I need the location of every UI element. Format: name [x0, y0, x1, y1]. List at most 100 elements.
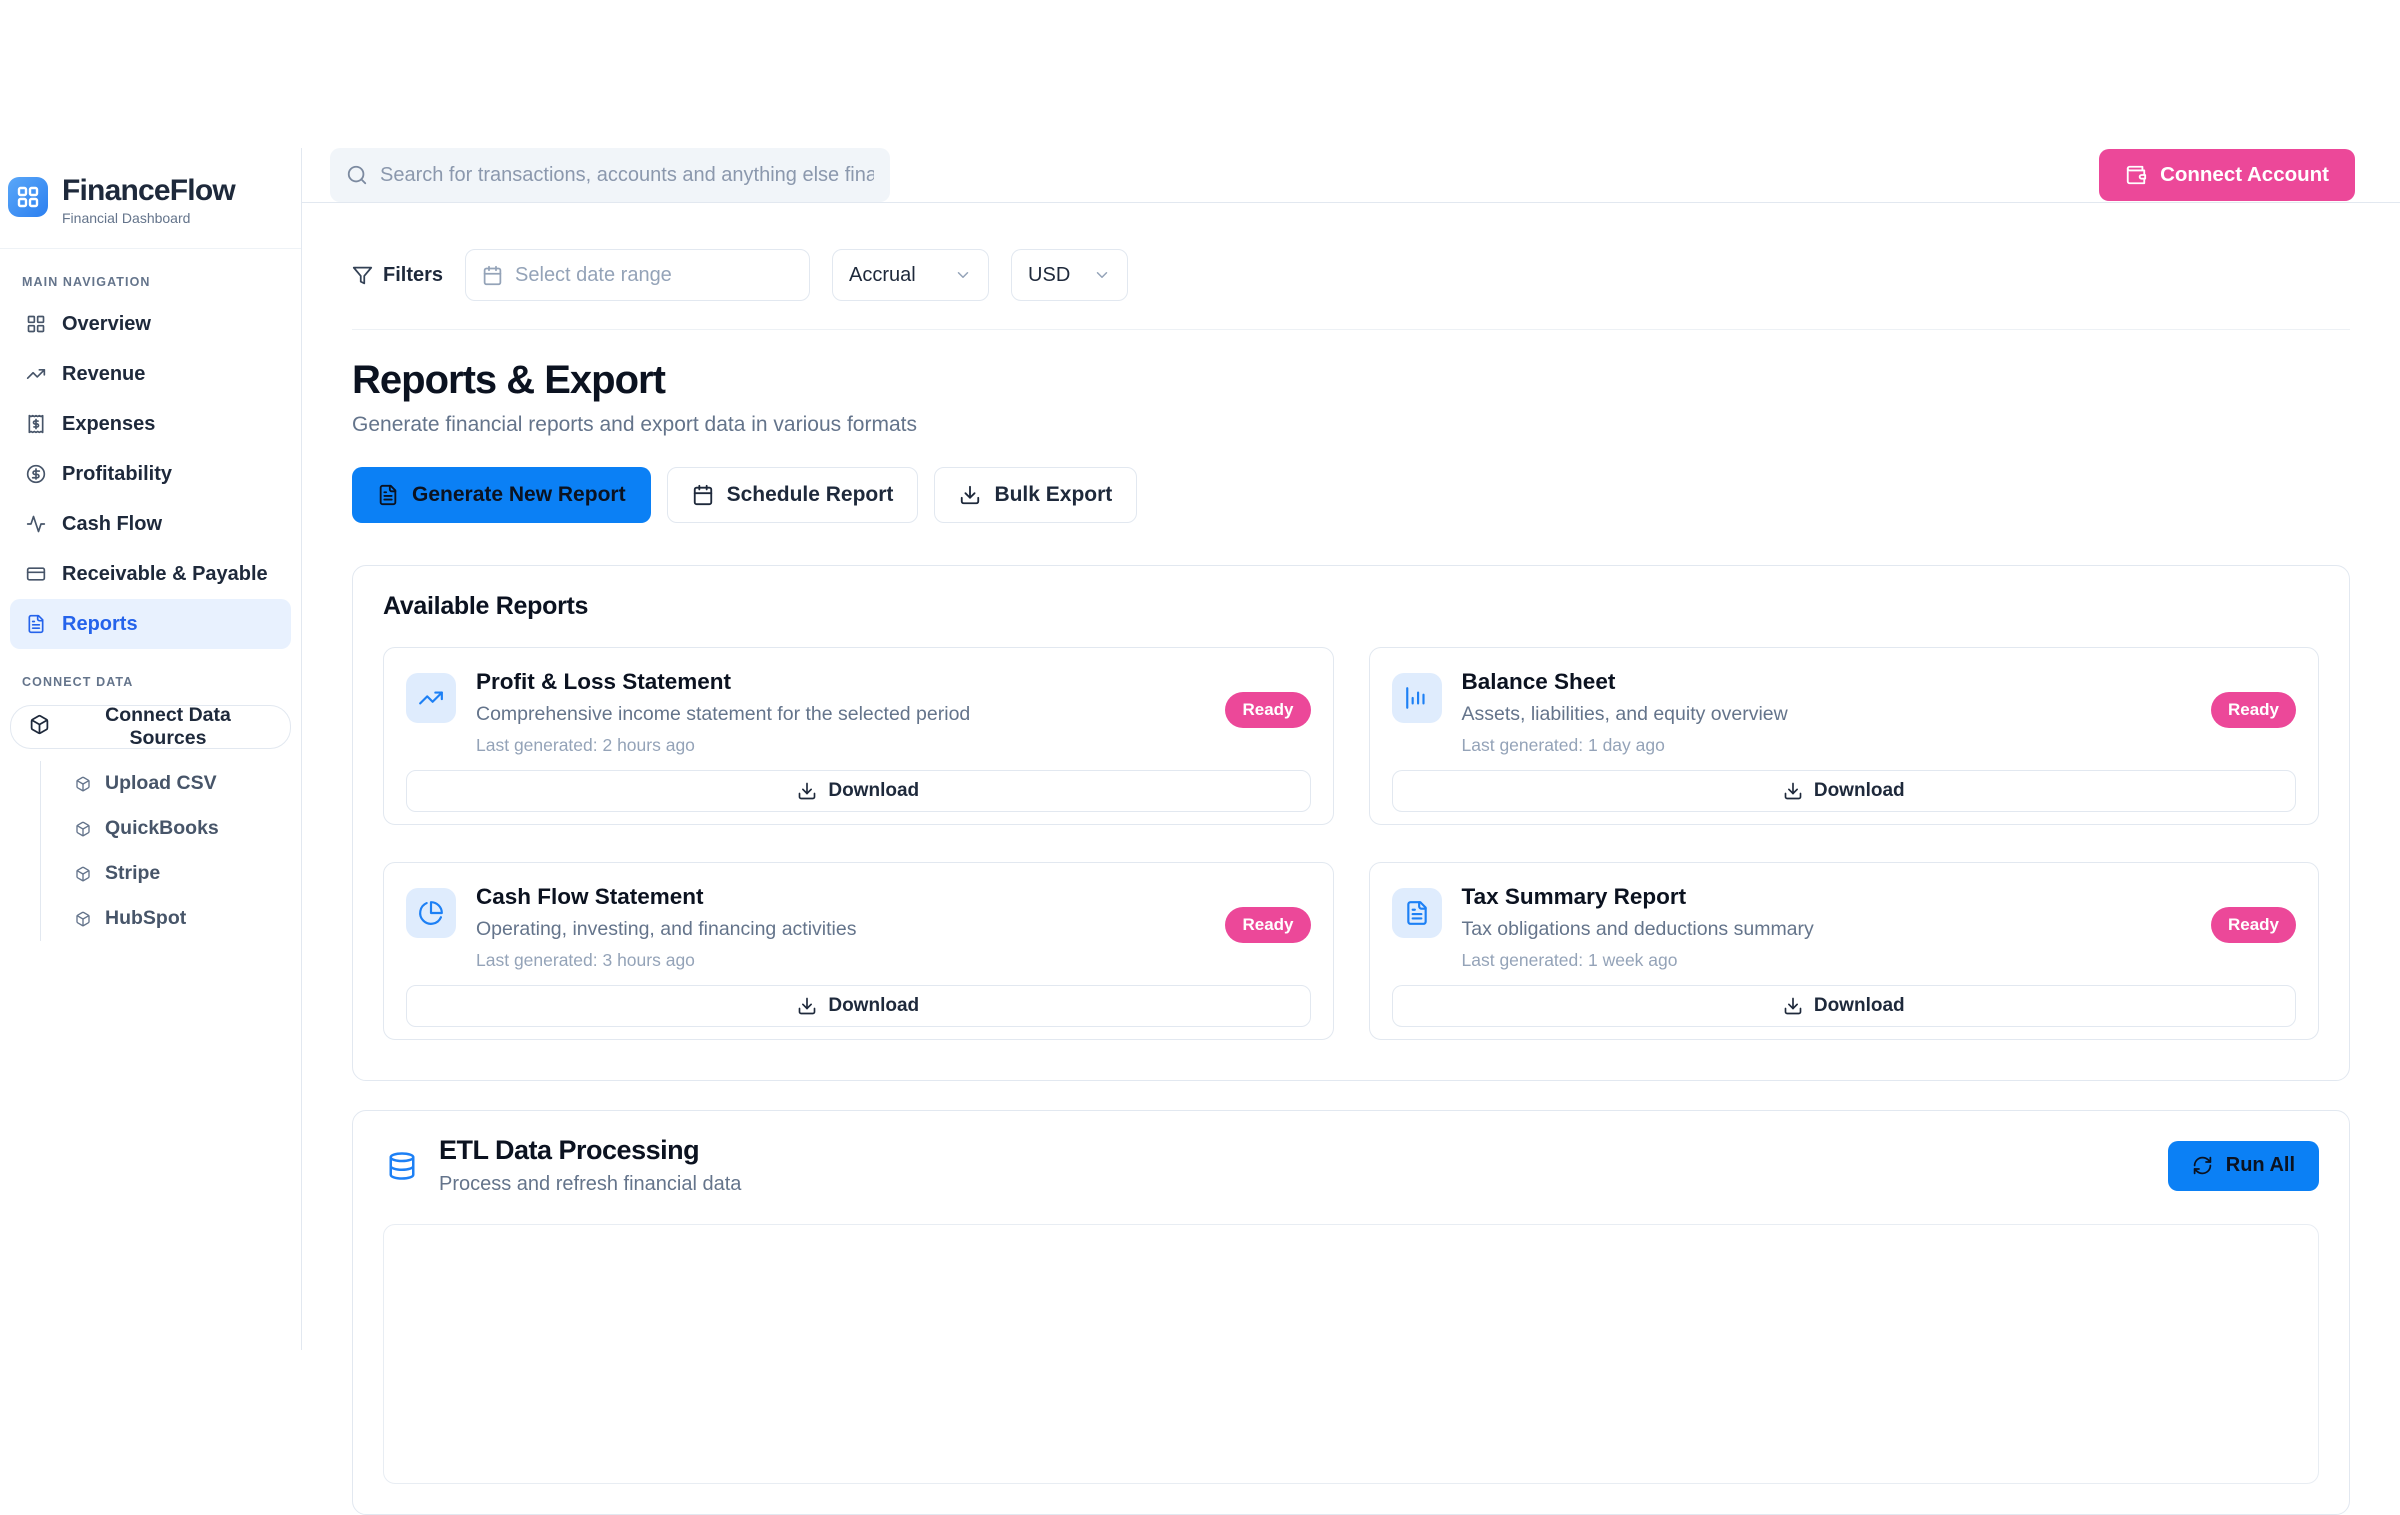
sidebar-item-cash-flow[interactable]: Cash Flow [10, 499, 291, 549]
source-item-upload-csv[interactable]: Upload CSV [75, 761, 301, 806]
download-icon [959, 484, 981, 506]
refresh-icon [2192, 1155, 2213, 1176]
report-card-cash-flow: Cash Flow Statement Operating, investing… [383, 862, 1334, 1040]
bulk-export-label: Bulk Export [994, 483, 1112, 507]
report-title: Cash Flow Statement [476, 883, 856, 911]
report-title: Profit & Loss Statement [476, 668, 970, 696]
sidebar-item-label: Cash Flow [62, 513, 162, 536]
reports-grid: Profit & Loss Statement Comprehensive in… [383, 647, 2319, 1040]
source-item-stripe[interactable]: Stripe [75, 851, 301, 896]
sidebar-item-expenses[interactable]: Expenses [10, 399, 291, 449]
file-text-icon [26, 614, 46, 634]
etl-title: ETL Data Processing [439, 1135, 741, 1166]
page-title: Reports & Export [352, 358, 2350, 403]
download-button[interactable]: Download [1392, 770, 2297, 812]
sidebar-item-reports[interactable]: Reports [10, 599, 291, 649]
download-icon [797, 996, 817, 1016]
download-label: Download [1814, 995, 1905, 1017]
report-card-text: Tax Summary Report Tax obligations and d… [1462, 883, 1814, 971]
generate-new-report-button[interactable]: Generate New Report [352, 467, 651, 523]
source-item-label: Upload CSV [105, 772, 217, 795]
download-icon [1783, 996, 1803, 1016]
sidebar-item-receivable-payable[interactable]: Receivable & Payable [10, 549, 291, 599]
download-button[interactable]: Download [406, 770, 1311, 812]
main-nav-label: MAIN NAVIGATION [0, 249, 301, 299]
package-icon [29, 714, 50, 741]
wallet-icon [2125, 164, 2147, 186]
report-title: Balance Sheet [1462, 668, 1788, 696]
file-text-icon [1392, 888, 1442, 938]
basis-value: Accrual [849, 264, 916, 287]
report-last-generated: Last generated: 2 hours ago [476, 735, 970, 756]
status-badge: Ready [2211, 907, 2296, 943]
download-icon [1783, 781, 1803, 801]
date-range-input[interactable] [465, 249, 810, 301]
run-all-button[interactable]: Run All [2168, 1141, 2319, 1191]
report-card-head: Balance Sheet Assets, liabilities, and e… [1392, 668, 2297, 756]
action-row: Generate New Report Schedule Report Bulk… [352, 467, 2350, 523]
sidebar-item-label: Overview [62, 313, 151, 336]
report-card-head: Cash Flow Statement Operating, investing… [406, 883, 1311, 971]
currency-value: USD [1028, 264, 1070, 287]
sidebar-item-overview[interactable]: Overview [10, 299, 291, 349]
source-item-quickbooks[interactable]: QuickBooks [75, 806, 301, 851]
sidebar-item-label: Reports [62, 613, 138, 636]
brand: FinanceFlow Financial Dashboard [0, 148, 301, 249]
bulk-export-button[interactable]: Bulk Export [934, 467, 1137, 523]
report-card-text: Profit & Loss Statement Comprehensive in… [476, 668, 970, 756]
sidebar: FinanceFlow Financial Dashboard MAIN NAV… [0, 148, 302, 1350]
source-item-label: QuickBooks [105, 817, 219, 840]
filters-group: Filters [352, 264, 443, 287]
sidebar-item-label: Expenses [62, 413, 155, 436]
download-button[interactable]: Download [406, 985, 1311, 1027]
report-card-text: Balance Sheet Assets, liabilities, and e… [1462, 668, 1788, 756]
search-input[interactable] [380, 164, 874, 187]
trending-up-icon [406, 673, 456, 723]
status-badge: Ready [2211, 692, 2296, 728]
report-description: Comprehensive income statement for the s… [476, 703, 970, 726]
available-reports-title: Available Reports [383, 592, 2319, 621]
report-last-generated: Last generated: 1 day ago [1462, 735, 1788, 756]
status-badge: Ready [1225, 907, 1310, 943]
page-subtitle: Generate financial reports and export da… [352, 413, 2350, 437]
report-description: Assets, liabilities, and equity overview [1462, 703, 1788, 726]
schedule-report-button[interactable]: Schedule Report [667, 467, 919, 523]
report-card-tax-summary: Tax Summary Report Tax obligations and d… [1369, 862, 2320, 1040]
package-icon [75, 821, 91, 837]
connect-account-button[interactable]: Connect Account [2099, 149, 2355, 201]
sidebar-item-revenue[interactable]: Revenue [10, 349, 291, 399]
trending-up-icon [26, 364, 46, 384]
report-last-generated: Last generated: 3 hours ago [476, 950, 856, 971]
sidebar-item-profitability[interactable]: Profitability [10, 449, 291, 499]
top-whitespace [0, 0, 2400, 148]
connect-data-sources-label: Connect Data Sources [64, 704, 272, 750]
connect-data-sources-button[interactable]: Connect Data Sources [10, 705, 291, 749]
brand-logo-icon [8, 177, 48, 217]
report-card-profit-loss: Profit & Loss Statement Comprehensive in… [383, 647, 1334, 825]
report-card-head: Tax Summary Report Tax obligations and d… [1392, 883, 2297, 971]
currency-select[interactable]: USD [1011, 249, 1128, 301]
date-range-field[interactable] [515, 264, 793, 287]
source-item-label: Stripe [105, 862, 160, 885]
connect-data-label: CONNECT DATA [0, 649, 301, 699]
bar-chart-icon [1392, 673, 1442, 723]
accounting-basis-select[interactable]: Accrual [832, 249, 989, 301]
brand-name: FinanceFlow [62, 174, 235, 207]
etl-subtitle: Process and refresh financial data [439, 1173, 741, 1196]
file-text-icon [377, 484, 399, 506]
package-icon [75, 911, 91, 927]
etl-pipeline-box [383, 1224, 2319, 1484]
report-description: Tax obligations and deductions summary [1462, 918, 1814, 941]
database-icon [387, 1151, 417, 1181]
dollar-circle-icon [26, 464, 46, 484]
source-item-hubspot[interactable]: HubSpot [75, 896, 301, 941]
run-all-label: Run All [2226, 1154, 2295, 1177]
filters-label: Filters [383, 264, 443, 287]
package-icon [75, 776, 91, 792]
download-label: Download [828, 995, 919, 1017]
main-nav: Overview Revenue Expenses Profitability … [0, 299, 301, 649]
download-button[interactable]: Download [1392, 985, 2297, 1027]
available-reports-panel: Available Reports Profit & Loss Statemen… [352, 565, 2350, 1081]
download-label: Download [828, 780, 919, 802]
brand-subtitle: Financial Dashboard [62, 210, 235, 226]
